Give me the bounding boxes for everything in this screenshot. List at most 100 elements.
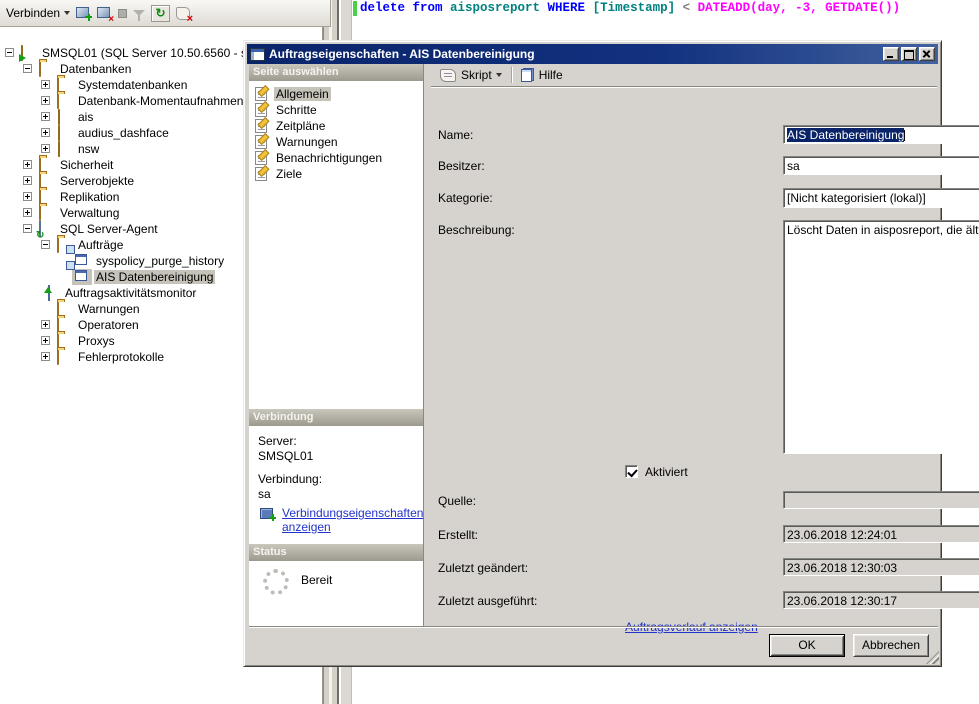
page-icon [255, 103, 267, 117]
dialog-main-area: Skript Hilfe Name: AIS Datenbereinigung … [431, 64, 937, 626]
sql-code-line[interactable]: delete from aisposreport WHERE [Timestam… [360, 1, 900, 15]
tree-item-db-snapshots[interactable]: Datenbank-Momentaufnahmen [76, 94, 245, 108]
expand-toggle-icon[interactable] [41, 128, 50, 137]
tree-item-databases[interactable]: Datenbanken [58, 62, 133, 76]
description-label: Beschreibung: [438, 223, 515, 237]
server-label: Server: [258, 434, 297, 448]
tree-item-db-nsw[interactable]: nsw [76, 142, 101, 156]
job-activity-monitor-icon [48, 285, 50, 301]
category-value: [Nicht kategorisiert (lokal)] [787, 191, 926, 205]
tree-item-server-objects[interactable]: Serverobjekte [58, 174, 136, 188]
expand-toggle-icon[interactable] [23, 192, 32, 201]
connection-value: sa [258, 487, 271, 501]
delete-button[interactable] [173, 2, 193, 24]
database-icon [58, 125, 60, 141]
sql-token: delete from [360, 1, 450, 15]
tree-item-syspolicy-purge-history[interactable]: syspolicy_purge_history [94, 254, 226, 268]
page-item-label: Ziele [274, 167, 304, 181]
tree-item-system-databases[interactable]: Systemdatenbanken [76, 78, 189, 92]
help-icon [521, 68, 534, 82]
close-button[interactable] [919, 47, 935, 61]
cancel-button[interactable]: Abbrechen [853, 634, 929, 657]
tree-item-alerts[interactable]: Warnungen [76, 302, 142, 316]
help-button[interactable]: Hilfe [518, 64, 566, 86]
minimize-button[interactable] [883, 47, 899, 61]
last-executed-label: Zuletzt ausgeführt: [438, 594, 537, 608]
page-item-label: Allgemein [274, 87, 331, 101]
disconnect-server-icon: × [97, 7, 112, 20]
filter-icon [133, 10, 145, 16]
view-connection-properties-link[interactable]: Verbindungseigenschaften anzeigen [282, 506, 417, 534]
maximize-button[interactable] [901, 47, 917, 61]
expand-toggle-icon[interactable] [41, 112, 50, 121]
chevron-down-icon [496, 73, 502, 77]
source-field [783, 491, 979, 509]
category-combobox[interactable]: [Nicht kategorisiert (lokal)] [783, 188, 979, 208]
page-item-label: Benachrichtigungen [274, 151, 384, 165]
tree-item-db-audius-dashface[interactable]: audius_dashface [76, 126, 171, 140]
tree-item-operators[interactable]: Operatoren [76, 318, 141, 332]
expand-toggle-icon[interactable] [41, 80, 50, 89]
tree-item-server[interactable]: SMSQL01 (SQL Server 10.50.6560 - sa) [40, 46, 260, 60]
page-item-benachrichtigungen[interactable]: Benachrichtigungen [255, 150, 384, 166]
status-value: Bereit [301, 573, 332, 587]
expand-toggle-icon[interactable] [41, 96, 50, 105]
dialog-toolbar: Skript Hilfe [431, 64, 937, 87]
enabled-checkbox[interactable] [625, 465, 638, 478]
editor-change-bar [353, 1, 357, 16]
tree-item-replication[interactable]: Replikation [58, 190, 121, 204]
page-item-label: Schritte [274, 103, 319, 117]
ok-button[interactable]: OK [769, 634, 845, 657]
expand-toggle-icon[interactable] [41, 320, 50, 329]
collapse-toggle-icon[interactable] [23, 224, 32, 233]
expand-toggle-icon[interactable] [41, 144, 50, 153]
tree-item-management[interactable]: Verwaltung [58, 206, 121, 220]
stop-button[interactable] [115, 2, 130, 24]
tree-item-job-activity-monitor[interactable]: Auftragsaktivitätsmonitor [63, 286, 198, 300]
tree-item-db-ais[interactable]: ais [76, 110, 95, 124]
folder-icon [57, 93, 59, 109]
tree-item-sql-server-agent[interactable]: SQL Server-Agent [58, 222, 160, 236]
expand-toggle-icon[interactable] [41, 352, 50, 361]
connection-panel: Server: SMSQL01 Verbindung: sa Verbindun… [249, 426, 423, 544]
tree-item-proxies[interactable]: Proxys [76, 334, 117, 348]
filter-button[interactable] [130, 2, 148, 24]
page-item-schritte[interactable]: Schritte [255, 102, 319, 118]
ssms-main-window: SMSQL01 (SQL Server 10.50.6560 - sa) Dat… [0, 0, 979, 704]
expand-toggle-icon[interactable] [41, 336, 50, 345]
page-item-zeitplaene[interactable]: Zeitpläne [255, 118, 327, 134]
script-dropdown-button[interactable]: Skript [437, 64, 505, 86]
expand-toggle-icon[interactable] [23, 208, 32, 217]
sql-token: aisposreport [450, 1, 548, 15]
collapse-toggle-icon[interactable] [5, 48, 14, 57]
expand-toggle-icon[interactable] [23, 160, 32, 169]
tree-item-error-logs[interactable]: Fehlerprotokolle [76, 350, 166, 364]
dialog-title-bar[interactable]: Auftragseigenschaften - AIS Datenbereini… [247, 44, 938, 64]
connect-dropdown-button[interactable]: Verbinden [3, 2, 73, 24]
owner-input[interactable]: sa [783, 156, 979, 175]
tree-item-security[interactable]: Sicherheit [58, 158, 115, 172]
connect-server-button[interactable] [73, 2, 94, 24]
tree-item-ais-datenbereinigung[interactable]: AIS Datenbereinigung [94, 270, 215, 284]
expand-toggle-icon[interactable] [23, 176, 32, 185]
refresh-button[interactable]: ↻ [148, 2, 173, 24]
page-icon [255, 87, 267, 101]
folder-icon [57, 237, 59, 253]
tree-item-jobs[interactable]: Aufträge [76, 238, 125, 252]
script-icon [440, 69, 456, 82]
select-page-header: Seite auswählen [249, 64, 423, 81]
owner-label: Besitzer: [438, 159, 485, 173]
disconnect-server-button[interactable]: × [94, 2, 115, 24]
sql-token: WHERE [548, 1, 593, 15]
page-item-warnungen[interactable]: Warnungen [255, 134, 340, 150]
collapse-toggle-icon[interactable] [41, 240, 50, 249]
name-input[interactable]: AIS Datenbereinigung [783, 125, 979, 144]
page-item-allgemein[interactable]: Allgemein [255, 86, 331, 102]
description-textarea[interactable]: Löscht Daten in aisposreport, die älter … [783, 220, 979, 454]
collapse-toggle-icon[interactable] [23, 64, 32, 73]
page-item-ziele[interactable]: Ziele [255, 166, 304, 182]
created-field: 23.06.2018 12:24:01 [783, 525, 979, 543]
folder-icon [39, 205, 41, 221]
sql-token: DATEADD(day, -3, GETDATE()) [698, 1, 901, 15]
object-explorer-toolbar: Verbinden × ↻ [0, 0, 331, 27]
